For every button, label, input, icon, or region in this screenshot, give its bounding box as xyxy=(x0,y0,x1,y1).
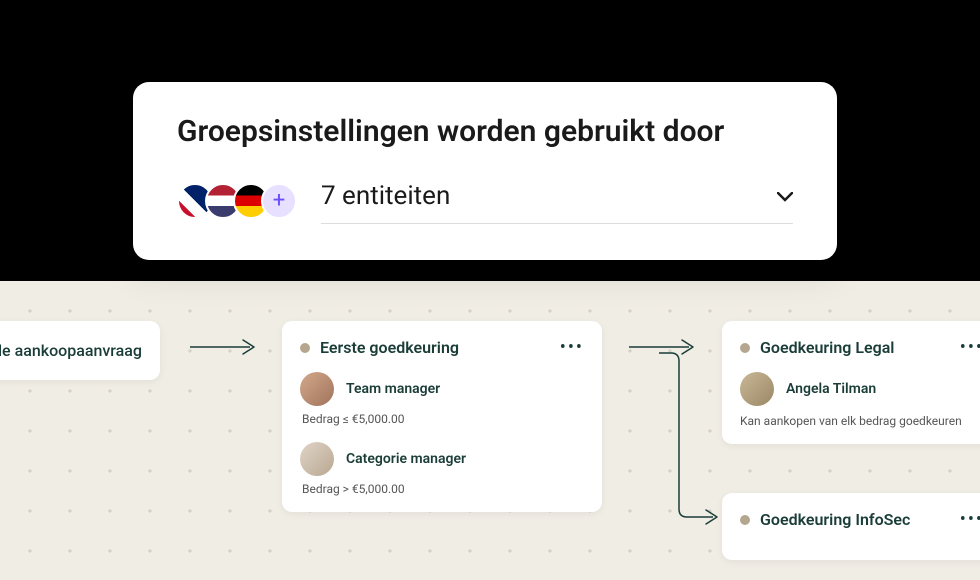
settings-title: Groepsinstellingen worden gebruikt door xyxy=(177,114,793,149)
entities-row: + 7 entiteiten xyxy=(177,177,793,224)
card-header: Goedkeuring InfoSec ••• xyxy=(740,509,980,530)
workflow-card-legal-approval[interactable]: Goedkeuring Legal ••• Angela Tilman Kan … xyxy=(722,321,980,444)
group-settings-card: Groepsinstellingen worden gebruikt door … xyxy=(133,82,837,260)
avatar xyxy=(300,442,334,476)
arrow-branch-icon xyxy=(657,351,722,526)
card-title: Goedkeuring Legal xyxy=(760,338,894,357)
card-title: Goedkeuring InfoSec xyxy=(760,510,910,529)
workflow-card-request[interactable]: de aankoopaanvraag xyxy=(0,321,160,380)
approver-name: Categorie manager xyxy=(346,451,466,467)
arrow-icon xyxy=(188,337,260,357)
condition-text: Bedrag > €5,000.00 xyxy=(302,482,584,496)
workflow-card-infosec-approval[interactable]: Goedkeuring InfoSec ••• xyxy=(722,493,980,560)
condition-text: Bedrag ≤ €5,000.00 xyxy=(302,412,584,426)
entities-label: 7 entiteiten xyxy=(321,181,450,211)
workflow-canvas: de aankoopaanvraag Eerste goedkeuring ••… xyxy=(0,281,980,580)
flag-stack: + xyxy=(177,183,297,219)
chevron-down-icon xyxy=(777,186,793,207)
status-dot-icon xyxy=(740,343,750,353)
entities-dropdown[interactable]: 7 entiteiten xyxy=(321,177,793,224)
card-title: Eerste goedkeuring xyxy=(320,338,459,357)
approver-row: Categorie manager xyxy=(300,442,584,476)
status-dot-icon xyxy=(740,515,750,525)
card-header: Goedkeuring Legal ••• xyxy=(740,337,980,358)
avatar xyxy=(300,372,334,406)
approver-row: Team manager xyxy=(300,372,584,406)
add-entity-button[interactable]: + xyxy=(261,183,297,219)
top-section: Groepsinstellingen worden gebruikt door … xyxy=(0,0,980,281)
approver-name: Team manager xyxy=(346,381,440,397)
more-options-button[interactable]: ••• xyxy=(560,337,584,358)
workflow-card-first-approval[interactable]: Eerste goedkeuring ••• Team manager Bedr… xyxy=(282,321,602,512)
card-header-left: Goedkeuring InfoSec xyxy=(740,510,910,529)
avatar xyxy=(740,372,774,406)
card-header: Eerste goedkeuring ••• xyxy=(300,337,584,358)
request-label: de aankoopaanvraag xyxy=(0,341,142,360)
card-header-left: Eerste goedkeuring xyxy=(300,338,459,357)
status-dot-icon xyxy=(300,343,310,353)
approver-row: Angela Tilman xyxy=(740,372,980,406)
approval-subtitle: Kan aankopen van elk bedrag goedkeuren xyxy=(740,414,980,428)
card-header-left: Goedkeuring Legal xyxy=(740,338,894,357)
more-options-button[interactable]: ••• xyxy=(960,509,980,530)
more-options-button[interactable]: ••• xyxy=(960,337,980,358)
approver-name: Angela Tilman xyxy=(786,381,876,397)
